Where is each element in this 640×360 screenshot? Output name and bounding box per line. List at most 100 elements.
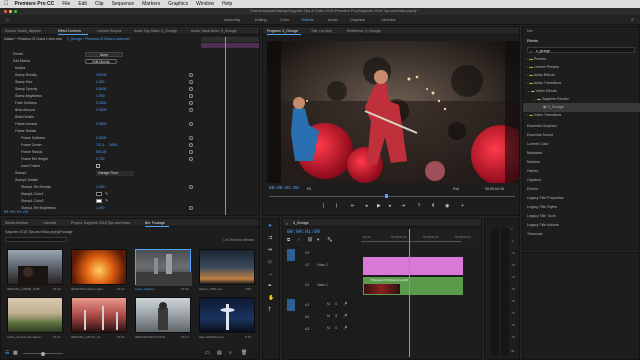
hand-tool-icon[interactable]: ✋ bbox=[268, 295, 274, 301]
section-history[interactable]: History bbox=[523, 167, 640, 176]
menu-edit[interactable]: Edit bbox=[78, 1, 87, 7]
tab-sequence[interactable]: 3_Grunge bbox=[293, 221, 309, 225]
solo-a2-icon[interactable]: S bbox=[335, 314, 337, 318]
track-v1-label[interactable]: V1 bbox=[305, 283, 309, 287]
workspace-color[interactable]: Color bbox=[280, 18, 289, 22]
tab-source[interactable]: Source: beam_daycme bbox=[5, 29, 41, 33]
source-patch-v[interactable] bbox=[287, 249, 295, 261]
mute-a3-icon[interactable]: M bbox=[327, 326, 330, 330]
clip-thumbnail-7[interactable] bbox=[135, 297, 191, 333]
icon-view-icon[interactable]: ▦ bbox=[13, 350, 18, 356]
menu-markers[interactable]: Markers bbox=[142, 1, 160, 7]
tab-audio-clip-mixer[interactable]: Audio Clip Mixer: 3_Grunge bbox=[134, 29, 177, 33]
new-item-icon[interactable]: ▤ bbox=[217, 350, 222, 356]
workspace-editing[interactable]: Editing bbox=[255, 18, 267, 22]
tab-bin-footage[interactable]: Bin: Footage bbox=[145, 221, 165, 225]
color2-swatch[interactable] bbox=[96, 199, 102, 203]
section-essential-sound[interactable]: Essential Sound bbox=[523, 131, 640, 140]
go-to-out-icon[interactable]: ⇥ bbox=[401, 203, 405, 209]
section-legacy-title-styles[interactable]: Legacy Title Styles bbox=[523, 203, 640, 212]
section-metadata[interactable]: Metadata bbox=[523, 149, 640, 158]
menu-sequence[interactable]: Sequence bbox=[112, 1, 135, 7]
sequence-clip-label[interactable]: 3_Grunge * Princess Of China 1.mov.mov bbox=[67, 37, 130, 41]
preset-dropdown[interactable]: None bbox=[85, 51, 123, 57]
invert-frame-checkbox[interactable] bbox=[96, 164, 100, 168]
workspace-libraries[interactable]: Libraries bbox=[381, 18, 396, 22]
step-back-icon[interactable]: ◂ bbox=[365, 203, 368, 209]
section-lumetri-color[interactable]: Lumetri Color bbox=[523, 140, 640, 149]
play-icon[interactable]: ▶ bbox=[377, 203, 381, 209]
clip-thumbnail-2[interactable] bbox=[71, 249, 127, 285]
program-playhead[interactable] bbox=[385, 194, 388, 198]
add-marker-icon[interactable]: ▾ bbox=[317, 237, 319, 243]
track-v3-label[interactable]: V3 bbox=[305, 251, 309, 255]
close-window-icon[interactable] bbox=[4, 9, 7, 13]
export-frame-icon[interactable]: ◉ bbox=[445, 203, 449, 209]
zoom-slider-handle[interactable] bbox=[41, 351, 45, 356]
track-v2-label[interactable]: V2 bbox=[305, 263, 309, 267]
program-timecode[interactable]: 00:00:01:00 bbox=[269, 186, 299, 191]
section-legacy-title-actions[interactable]: Legacy Title Actions bbox=[523, 221, 640, 230]
go-to-in-icon[interactable]: ⇤ bbox=[351, 203, 355, 209]
clip-thumbnail-6[interactable] bbox=[71, 297, 127, 333]
tab-title[interactable]: Title: (no title) bbox=[311, 29, 332, 33]
workspace-audio[interactable]: Audio bbox=[328, 18, 338, 22]
home-icon[interactable]: ⌂ bbox=[6, 17, 9, 23]
eyedropper-icon[interactable]: ✎ bbox=[105, 191, 108, 196]
master-clip-label[interactable]: Master * Princess Of China 1.mov.mov bbox=[4, 37, 62, 41]
fit-dropdown[interactable]: Fit bbox=[307, 187, 311, 191]
section-captions[interactable]: Captions bbox=[523, 176, 640, 185]
workspace-effects[interactable]: Effects bbox=[302, 18, 314, 22]
menu-window[interactable]: Window bbox=[196, 1, 214, 7]
clip-thumbnail-8[interactable] bbox=[199, 297, 255, 333]
resolution-dropdown[interactable]: Full bbox=[453, 187, 459, 191]
workspace-assembly[interactable]: Assembly bbox=[224, 18, 240, 22]
mute-a2-icon[interactable]: M bbox=[327, 314, 330, 318]
zoom-window-icon[interactable] bbox=[14, 9, 17, 13]
tree-video-transitions[interactable]: › ▬ Video Transitions bbox=[523, 111, 640, 120]
selection-tool-icon[interactable]: ➤ bbox=[268, 223, 272, 229]
track-select-tool-icon[interactable]: ⇉ bbox=[268, 235, 272, 241]
mini-playhead[interactable] bbox=[225, 37, 226, 215]
param-stamp1-details[interactable]: Stamp1 Details bbox=[1, 177, 199, 184]
section-essential-graphics[interactable]: Essential Graphics bbox=[523, 122, 640, 131]
tab-program[interactable]: Program: 3_Grunge bbox=[267, 29, 298, 33]
eyedropper-icon[interactable]: ✎ bbox=[105, 198, 108, 203]
new-bin-icon[interactable]: ▭ bbox=[205, 350, 210, 356]
effect-controls-timecode[interactable]: 00:00:01:09 bbox=[4, 211, 28, 215]
clip-thumbnail-3[interactable] bbox=[135, 249, 192, 286]
solo-a1-icon[interactable]: S bbox=[335, 302, 337, 306]
type-tool-icon[interactable]: T bbox=[268, 307, 271, 313]
mic-a3-icon[interactable]: 🎤 bbox=[343, 326, 347, 330]
tab-effects[interactable]: Effects bbox=[527, 39, 538, 43]
tab-info[interactable]: Info bbox=[527, 29, 533, 33]
app-menu[interactable]: Premiere Pro CC bbox=[15, 1, 55, 7]
button-editor-icon[interactable]: + bbox=[461, 203, 464, 209]
tab-audio-track-mixer[interactable]: Audio Track Mixer: 3_Grunge bbox=[191, 29, 237, 33]
edit-mocha-button[interactable]: Edit Mocha bbox=[85, 58, 117, 64]
menu-clip[interactable]: Clip bbox=[95, 1, 104, 7]
track-a1-label[interactable]: A1 bbox=[305, 303, 309, 307]
pen-tool-icon[interactable]: ✒ bbox=[268, 283, 272, 289]
param-frame-details[interactable]: Frame Details bbox=[1, 128, 199, 135]
close-tab-icon[interactable]: × bbox=[286, 221, 288, 226]
clip-thumbnail-4[interactable] bbox=[199, 249, 255, 285]
track-a2-label[interactable]: A2 bbox=[305, 315, 309, 319]
section-timecode[interactable]: Timecode bbox=[523, 230, 640, 239]
timeline-settings-icon[interactable]: 🔧 bbox=[327, 237, 333, 243]
menu-help[interactable]: Help bbox=[222, 1, 232, 7]
mic-a1-icon[interactable]: 🎤 bbox=[343, 302, 347, 306]
tab-project[interactable]: Project: Sapphire 2018 Tips and tricks bbox=[71, 221, 130, 225]
section-markers[interactable]: Markers bbox=[523, 158, 640, 167]
trash-icon[interactable]: 🗑 bbox=[241, 350, 247, 356]
lift-icon[interactable]: ⇡ bbox=[417, 203, 421, 209]
ripple-edit-tool-icon[interactable]: ⇹ bbox=[268, 247, 272, 253]
bin-search-input[interactable] bbox=[5, 237, 67, 242]
list-view-icon[interactable]: ☰ bbox=[5, 350, 9, 356]
clip-thumbnail-1[interactable] bbox=[7, 249, 63, 286]
tab-media-browser[interactable]: Media Browser bbox=[5, 221, 28, 225]
section-legacy-title-properties[interactable]: Legacy Title Properties bbox=[523, 194, 640, 203]
extract-icon[interactable]: ⇞ bbox=[431, 203, 435, 209]
mic-a2-icon[interactable]: 🎤 bbox=[343, 314, 347, 318]
tab-libraries[interactable]: Libraries bbox=[43, 221, 56, 225]
